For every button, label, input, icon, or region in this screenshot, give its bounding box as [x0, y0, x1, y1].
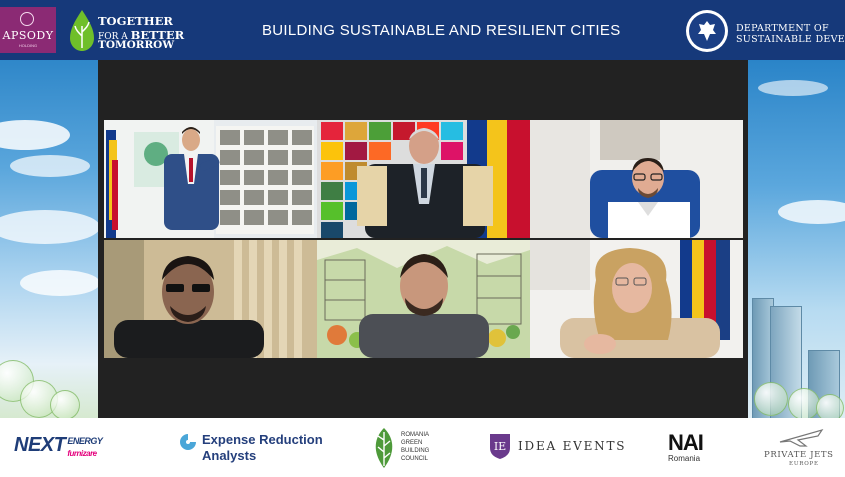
sponsor-bar: NEXT ENERGY furnizare Expense Reduction …: [0, 418, 845, 477]
next-logo-main: NEXT: [14, 434, 66, 456]
idea-events-label: IDEA EVENTS: [518, 439, 627, 453]
next-logo-energy: ENERGY: [67, 436, 103, 446]
rhapsody-logo-tagline: HOLDING: [18, 43, 38, 48]
rgbc-line2: GREEN: [401, 440, 423, 446]
together-line1: TOGETHER: [98, 14, 173, 28]
era-line2: Analysts: [202, 448, 257, 463]
left-sky-background: [0, 60, 98, 418]
leaf-drop-icon: [70, 10, 94, 51]
rgbc-line4: COUNCIL: [401, 456, 429, 462]
era-line1: Expense Reduction: [202, 432, 323, 447]
era-swirl-icon: [180, 434, 196, 450]
svg-text:IE: IE: [494, 440, 506, 453]
right-sky-background: [748, 60, 845, 418]
private-jets-line1: PRIVATE JETS: [764, 450, 834, 460]
header-bar: APSODY HOLDING TOGETHER FOR A BETTER TOM…: [0, 0, 845, 60]
department-line1: DEPARTMENT OF: [736, 23, 829, 34]
rgbc-line1: ROMANIA: [401, 432, 430, 438]
participant-tile-3[interactable]: [530, 120, 743, 238]
jet-icon: [779, 428, 824, 447]
rgbc-line3: BUILDING: [401, 448, 430, 454]
rhapsody-logo: APSODY HOLDING: [0, 7, 56, 53]
participant-tile-1[interactable]: [104, 120, 317, 238]
event-title: BUILDING SUSTAINABLE AND RESILIENT CITIE…: [262, 22, 621, 39]
next-logo-sub: furnizare: [67, 449, 97, 458]
sponsor-next-energy[interactable]: NEXT ENERGY furnizare: [14, 434, 103, 458]
rhapsody-logo-name: APSODY: [2, 29, 54, 42]
participant-tile-5[interactable]: [317, 240, 530, 358]
rgbc-leaf-icon: [375, 428, 393, 468]
nai-sub: Romania: [668, 454, 701, 463]
together-line3: TOMORROW: [98, 39, 175, 51]
video-conference-grid: [98, 60, 748, 418]
government-seal-icon: [686, 10, 728, 52]
department-line2: SUSTAINABLE DEVELOPM: [736, 34, 845, 45]
nai-logo: NAI: [668, 430, 704, 455]
participant-tile-6[interactable]: [530, 240, 743, 358]
participant-tile-4[interactable]: [104, 240, 317, 358]
idea-shield-icon: IE: [490, 434, 510, 459]
participant-tile-2[interactable]: [317, 120, 530, 238]
rhapsody-emblem-icon: [20, 12, 34, 26]
private-jets-line2: EUROPE: [789, 461, 819, 467]
